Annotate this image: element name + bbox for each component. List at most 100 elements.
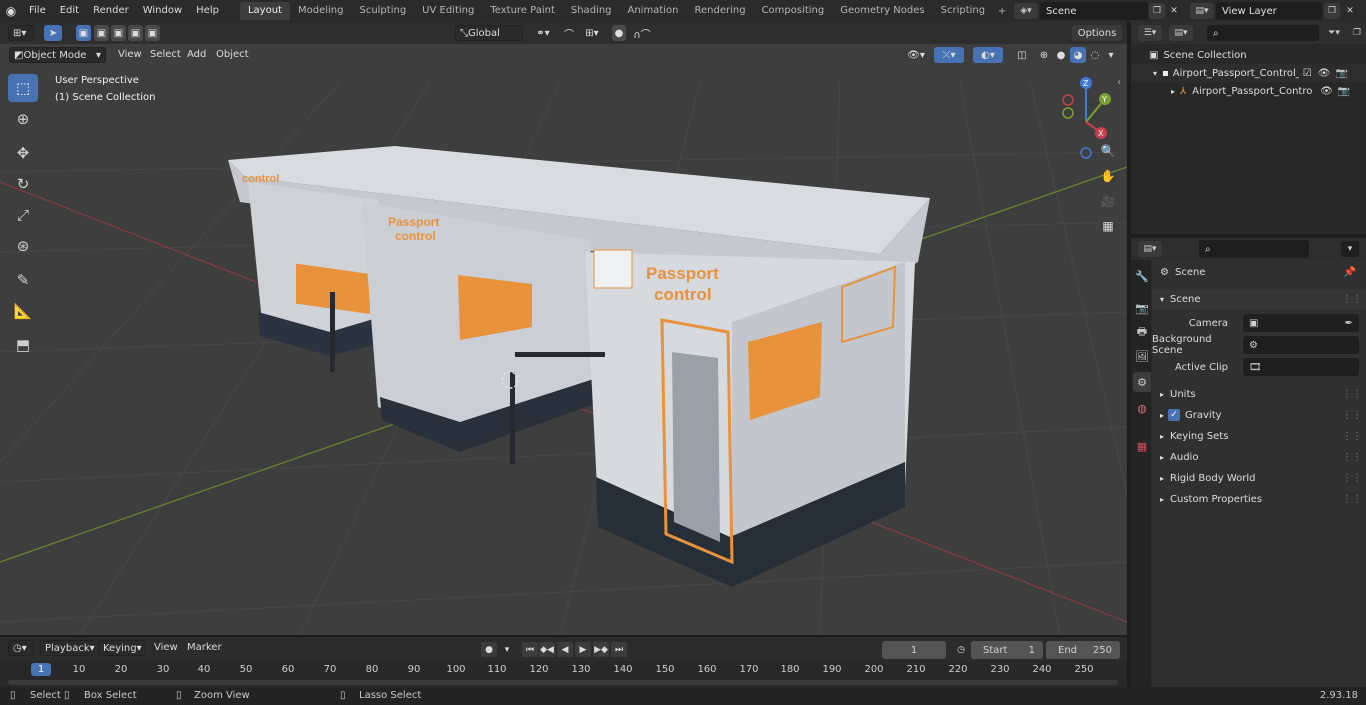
scene-panel-header[interactable]: ▾ Scene ⋮⋮ <box>1152 289 1366 309</box>
xray-icon[interactable]: ◫ <box>1014 47 1030 63</box>
tab-output-icon[interactable]: 🖶 <box>1133 322 1151 342</box>
select-box-tool-icon[interactable]: ⬚ <box>8 74 38 102</box>
scale-tool-icon[interactable]: ⤢ <box>8 201 38 229</box>
camera-view-icon[interactable]: 🎥 <box>1097 190 1119 212</box>
expand-arrow-icon[interactable]: ▾ <box>1153 69 1157 78</box>
gravity-checkbox[interactable]: ✓ <box>1168 409 1181 421</box>
editor-type-icon[interactable]: ⊞▾ <box>8 25 34 41</box>
filter-icon[interactable]: ⏷▾ <box>1322 25 1346 41</box>
pin-icon[interactable]: 📌 <box>1344 267 1356 278</box>
exclude-checkbox-icon[interactable]: ☑ <box>1303 68 1312 79</box>
menu-file[interactable]: File <box>22 0 53 22</box>
tab-geometry-nodes[interactable]: Geometry Nodes <box>832 2 932 20</box>
menu-help[interactable]: Help <box>189 0 226 22</box>
view-layer-browse-icon[interactable]: ▤▾ <box>1190 3 1214 19</box>
cursor-tool-icon[interactable]: ⊕ <box>8 105 38 133</box>
sidebar-toggle-chevron-icon[interactable]: ‹ <box>1117 77 1121 88</box>
viewport-scene[interactable]: control Passport control Passport contro… <box>0 22 1127 635</box>
tab-world-icon[interactable]: ◍ <box>1133 398 1151 418</box>
drag-handle-icon[interactable]: ⋮⋮ <box>1342 473 1362 484</box>
ortho-grid-icon[interactable]: ▦ <box>1097 215 1119 237</box>
select-mode-invert-icon[interactable]: ▣ <box>128 25 143 41</box>
visibility-eye-icon[interactable]: 👁 <box>1318 68 1331 79</box>
drag-handle-icon[interactable]: ⋮⋮ <box>1342 431 1362 442</box>
tab-sculpting[interactable]: Sculpting <box>351 2 414 20</box>
properties-search-input[interactable]: ⌕ <box>1199 240 1309 258</box>
rigid-body-panel-header[interactable]: ▸ Rigid Body World ⋮⋮ <box>1152 468 1366 488</box>
auto-keying-icon[interactable]: ● <box>481 642 497 657</box>
mode-dropdown[interactable]: ◩ Object Mode ▾ <box>9 47 106 63</box>
new-scene-icon[interactable]: ❐ <box>1149 3 1165 19</box>
eyedropper-icon[interactable]: ✒ <box>1345 318 1353 329</box>
gizmo-z-label[interactable]: Z <box>1083 79 1089 88</box>
select-mode-extend-icon[interactable]: ▣ <box>94 25 109 41</box>
timeline-editor-type-icon[interactable]: ◷▾ <box>8 640 34 656</box>
rendered-shading-icon[interactable]: ◌ <box>1087 47 1103 63</box>
snap-target-icon[interactable]: ⊞▾ <box>580 25 604 41</box>
wireframe-shading-icon[interactable]: ⊕ <box>1036 47 1052 63</box>
jump-keyframe-back-icon[interactable]: ◆◀ <box>539 642 555 657</box>
menu-window[interactable]: Window <box>136 0 189 22</box>
solid-shading-icon[interactable]: ● <box>1053 47 1069 63</box>
shading-options-chevron-icon[interactable]: ▾ <box>1105 47 1117 63</box>
view-layer-field[interactable]: View Layer <box>1216 2 1322 20</box>
move-tool-icon[interactable]: ✥ <box>8 139 38 167</box>
camera-field[interactable]: ▣ ✒ <box>1243 314 1359 332</box>
properties-editor-type-icon[interactable]: ▤▾ <box>1138 241 1162 257</box>
gizmo-toggle-icon[interactable]: ⤫▾ <box>934 47 964 63</box>
timeline-scrollbar[interactable] <box>8 680 1118 685</box>
delete-view-layer-icon[interactable]: ✕ <box>1342 3 1358 19</box>
transform-tool-icon[interactable]: ⊛ <box>8 232 38 260</box>
tab-tool-icon[interactable]: 🔧 <box>1133 266 1151 286</box>
add-cube-tool-icon[interactable]: ⬒ <box>8 331 38 359</box>
material-shading-icon[interactable]: ◕ <box>1070 47 1086 63</box>
outliner-row-object[interactable]: ▸ ⅄ Airport_Passport_Control 👁 📷 <box>1131 82 1366 100</box>
render-camera-icon[interactable]: 📷 <box>1335 68 1347 79</box>
jump-end-icon[interactable]: ⏭ <box>611 642 627 657</box>
drag-handle-icon[interactable]: ⋮⋮ <box>1342 389 1362 400</box>
tab-render-icon[interactable]: 📷 <box>1133 298 1151 318</box>
units-panel-header[interactable]: ▸ Units ⋮⋮ <box>1152 384 1366 404</box>
outliner-editor-type-icon[interactable]: ☰▾ <box>1138 25 1162 41</box>
tab-modeling[interactable]: Modeling <box>290 2 352 20</box>
snap-toggle-icon[interactable]: ⌒ <box>561 25 577 41</box>
current-frame-field[interactable]: 1 <box>882 641 946 659</box>
background-scene-field[interactable]: ⚙ <box>1243 336 1359 354</box>
jump-start-icon[interactable]: ⏮ <box>522 642 538 657</box>
keying-sets-panel-header[interactable]: ▸ Keying Sets ⋮⋮ <box>1152 426 1366 446</box>
zoom-view-icon[interactable]: 🔍 <box>1097 140 1119 162</box>
falloff-icon[interactable]: ∩⌒ <box>630 25 654 41</box>
playback-menu[interactable]: Playback ▾ <box>40 640 95 656</box>
proportional-edit-icon[interactable]: ● <box>612 25 626 41</box>
start-frame-field[interactable]: Start 1 <box>971 641 1043 659</box>
gizmo-x-label[interactable]: X <box>1098 129 1104 138</box>
tab-uv-editing[interactable]: UV Editing <box>414 2 482 20</box>
drag-handle-icon[interactable]: ⋮⋮ <box>1342 410 1362 421</box>
visibility-eye-icon[interactable]: 👁▾ <box>903 47 929 63</box>
active-clip-field[interactable]: 🎞 <box>1243 358 1359 376</box>
viewport-menu-view[interactable]: View <box>118 47 142 63</box>
new-view-layer-icon[interactable]: ❐ <box>1324 3 1340 19</box>
timeline-menu-view[interactable]: View <box>154 640 178 656</box>
jump-keyframe-forward-icon[interactable]: ▶◆ <box>593 642 609 657</box>
tab-view-layer-icon[interactable]: 🖼 <box>1133 346 1151 366</box>
properties-options-icon[interactable]: ▾ <box>1341 241 1359 257</box>
select-mode-intersect-icon[interactable]: ▣ <box>145 25 160 41</box>
menu-render[interactable]: Render <box>86 0 136 22</box>
tab-shading[interactable]: Shading <box>563 2 620 20</box>
visibility-eye-icon[interactable]: 👁 <box>1320 86 1333 97</box>
outliner-row-collection[interactable]: ▾ ▪ Airport_Passport_Control_Co ☑ 👁 📷 <box>1131 64 1366 82</box>
scene-name-field[interactable]: Scene <box>1040 2 1148 20</box>
tab-compositing[interactable]: Compositing <box>754 2 833 20</box>
custom-properties-panel-header[interactable]: ▸ Custom Properties ⋮⋮ <box>1152 489 1366 509</box>
tab-animation[interactable]: Animation <box>620 2 687 20</box>
new-collection-icon[interactable]: ❐ <box>1349 25 1365 41</box>
select-mode-new-icon[interactable]: ▣ <box>76 25 91 41</box>
outliner-search-input[interactable]: ⌕ <box>1207 25 1319 41</box>
tab-layout[interactable]: Layout <box>239 2 290 20</box>
play-icon[interactable]: ▶ <box>575 642 591 657</box>
viewport-menu-add[interactable]: Add <box>187 47 206 63</box>
add-workspace-icon[interactable]: + <box>993 6 1011 17</box>
gizmo-y-label[interactable]: Y <box>1101 95 1107 104</box>
overlays-toggle-icon[interactable]: ◐▾ <box>973 47 1003 63</box>
